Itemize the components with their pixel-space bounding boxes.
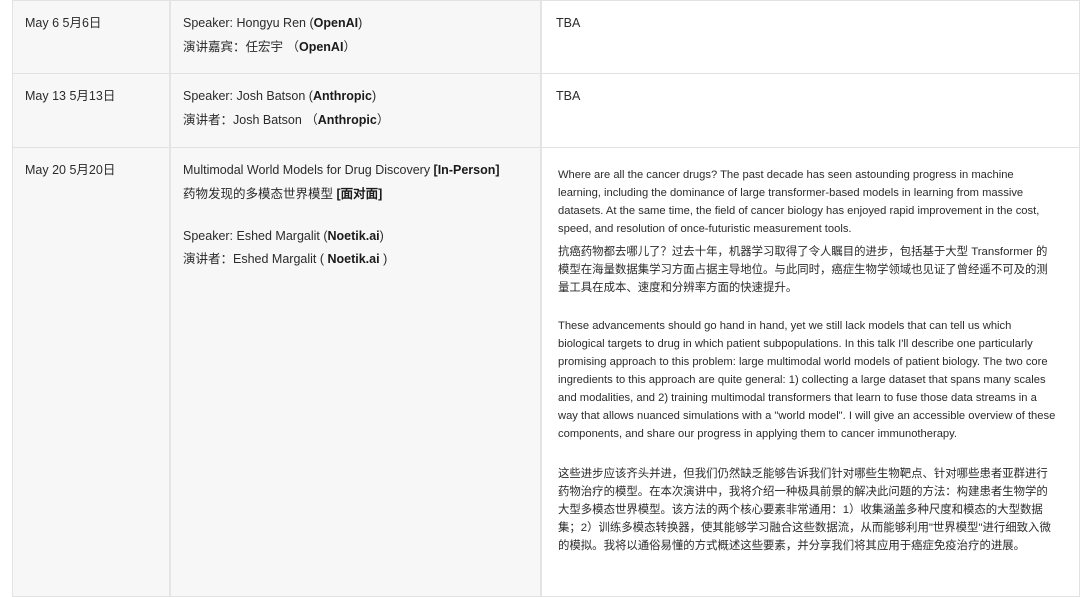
abstract-cell: TBA [542, 1, 1079, 73]
date-cell: May 20 5月20日 [13, 148, 171, 596]
abstract-paragraph-zh: 抗癌药物都去哪儿了？过去十年，机器学习取得了令人瞩目的进步，包括基于大型 Tra… [558, 246, 1048, 294]
talk-date: May 6 5月6日 [25, 16, 102, 30]
talk-info-cell: Multimodal World Models for Drug Discove… [171, 148, 542, 596]
speaker-zh: 演讲者：Eshed Margalit ( Noetik.ai ) [183, 252, 388, 266]
table-row: May 6 5月6日 Speaker: Hongyu Ren (OpenAI) … [12, 0, 1080, 74]
talk-date: May 20 5月20日 [25, 163, 116, 177]
abstract-cell: TBA [542, 74, 1079, 147]
table-row: May 20 5月20日 Multimodal World Models for… [12, 147, 1080, 597]
date-cell: May 13 5月13日 [13, 74, 171, 147]
abstract-cell: Where are all the cancer drugs? The past… [542, 148, 1079, 596]
abstract-tba: TBA [556, 89, 581, 103]
speaker-zh: 演讲嘉宾：任宏宇 （OpenAI） [183, 40, 356, 54]
talk-title-zh: 药物发现的多模态世界模型 [面对面] [183, 187, 383, 201]
talk-date: May 13 5月13日 [25, 89, 116, 103]
talk-title-en: Multimodal World Models for Drug Discove… [183, 163, 500, 177]
speaker-en: Speaker: Hongyu Ren (OpenAI) [183, 16, 363, 30]
speaker-en: Speaker: Josh Batson (Anthropic) [183, 89, 377, 103]
abstract-paragraph-en: Where are all the cancer drugs? The past… [558, 169, 1040, 235]
talk-schedule-table: May 6 5月6日 Speaker: Hongyu Ren (OpenAI) … [12, 0, 1080, 597]
abstract-tba: TBA [556, 16, 581, 30]
speaker-en: Speaker: Eshed Margalit (Noetik.ai) [183, 229, 384, 243]
talk-info-cell: Speaker: Josh Batson (Anthropic) 演讲者：Jos… [171, 74, 542, 147]
table-row: May 13 5月13日 Speaker: Josh Batson (Anthr… [12, 73, 1080, 148]
talk-info-cell: Speaker: Hongyu Ren (OpenAI) 演讲嘉宾：任宏宇 （O… [171, 1, 542, 73]
date-cell: May 6 5月6日 [13, 1, 171, 73]
abstract-paragraph-zh: 这些进步应该齐头并进，但我们仍然缺乏能够告诉我们针对哪些生物靶点、针对哪些患者亚… [558, 468, 1051, 552]
abstract-paragraph-en: These advancements should go hand in han… [558, 320, 1056, 440]
speaker-zh: 演讲者：Josh Batson （Anthropic） [183, 113, 390, 127]
